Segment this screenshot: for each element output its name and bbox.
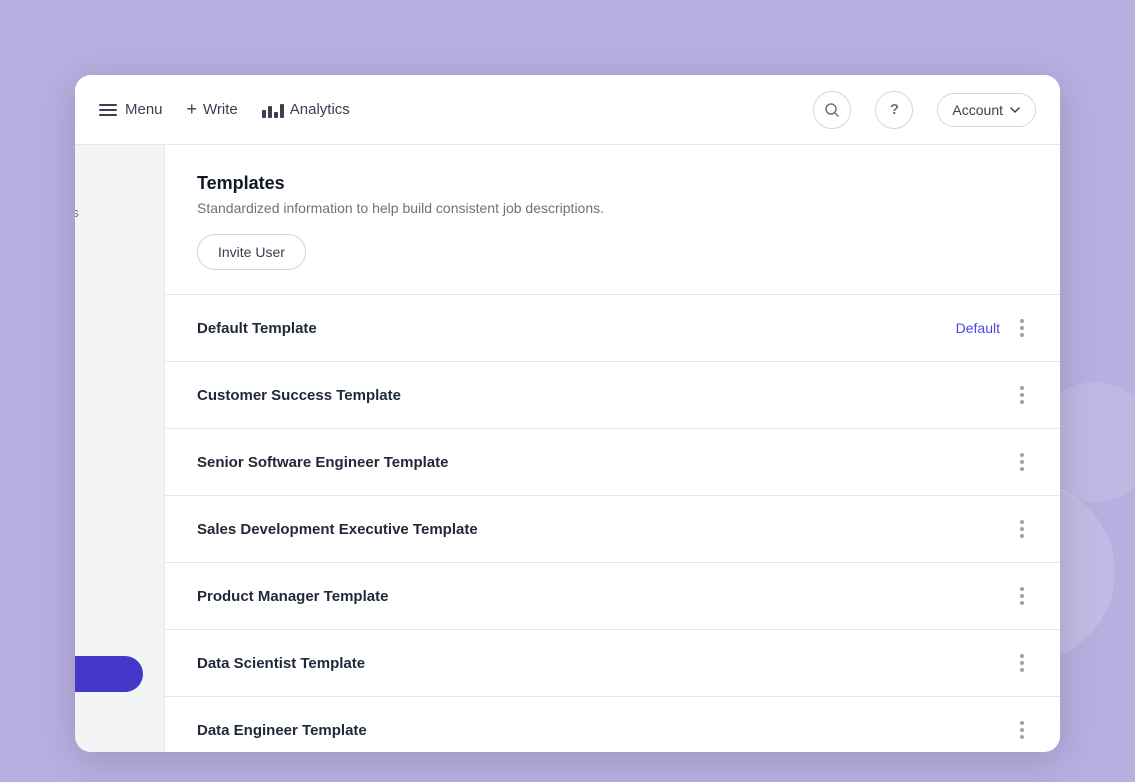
analytics-label: Analytics — [290, 101, 350, 118]
template-row[interactable]: Senior Software Engineer Template — [165, 429, 1060, 496]
invite-user-button[interactable]: Invite User — [197, 234, 306, 270]
account-label: Account — [952, 102, 1003, 118]
templates-header: Templates Standardized information to he… — [165, 145, 1060, 295]
templates-subtitle: Standardized information to help build c… — [197, 200, 1028, 216]
template-row-actions: Default — [956, 315, 1028, 341]
navbar: Menu + Write Analytics ? Ac — [75, 75, 1060, 145]
chevron-down-icon — [1009, 104, 1021, 116]
template-row-actions — [1016, 516, 1028, 542]
write-label: Write — [203, 101, 238, 118]
more-options-button[interactable] — [1016, 583, 1028, 609]
template-name: Senior Software Engineer Template — [197, 454, 448, 471]
help-icon: ? — [890, 101, 899, 118]
template-row[interactable]: Data Engineer Template — [165, 697, 1060, 752]
sidebar: es — [75, 145, 165, 752]
template-row-actions — [1016, 583, 1028, 609]
main-panel: Templates Standardized information to he… — [165, 145, 1060, 752]
template-name: Data Scientist Template — [197, 655, 365, 672]
menu-label: Menu — [125, 101, 163, 118]
sidebar-blue-button[interactable] — [75, 656, 143, 692]
more-options-button[interactable] — [1016, 717, 1028, 743]
template-row[interactable]: Data Scientist Template — [165, 630, 1060, 697]
search-icon — [824, 102, 840, 118]
more-options-button[interactable] — [1016, 449, 1028, 475]
analytics-button[interactable]: Analytics — [262, 101, 350, 118]
template-name: Sales Development Executive Template — [197, 521, 478, 538]
templates-title: Templates — [197, 173, 1028, 194]
hamburger-icon — [99, 104, 117, 116]
template-row[interactable]: Default Template Default — [165, 295, 1060, 362]
write-button[interactable]: + Write — [187, 99, 238, 120]
template-row[interactable]: Customer Success Template — [165, 362, 1060, 429]
more-options-button[interactable] — [1016, 315, 1028, 341]
template-row-actions — [1016, 650, 1028, 676]
account-button[interactable]: Account — [937, 93, 1036, 127]
template-name: Data Engineer Template — [197, 722, 367, 739]
search-button[interactable] — [813, 91, 851, 129]
more-options-button[interactable] — [1016, 516, 1028, 542]
template-row-actions — [1016, 449, 1028, 475]
template-row-actions — [1016, 717, 1028, 743]
template-name: Product Manager Template — [197, 588, 388, 605]
more-options-button[interactable] — [1016, 650, 1028, 676]
plus-icon: + — [187, 99, 198, 120]
template-row[interactable]: Sales Development Executive Template — [165, 496, 1060, 563]
menu-button[interactable]: Menu — [99, 101, 163, 118]
template-list: Default Template Default Customer Succes… — [165, 295, 1060, 752]
sidebar-item-label: es — [75, 205, 79, 220]
template-name: Default Template — [197, 320, 317, 337]
chart-icon — [262, 102, 284, 118]
more-options-button[interactable] — [1016, 382, 1028, 408]
template-row[interactable]: Product Manager Template — [165, 563, 1060, 630]
main-card: Menu + Write Analytics ? Ac — [75, 75, 1060, 752]
template-row-actions — [1016, 382, 1028, 408]
template-name: Customer Success Template — [197, 387, 401, 404]
help-button[interactable]: ? — [875, 91, 913, 129]
content-area: es Templates Standardized information to… — [75, 145, 1060, 752]
default-badge: Default — [956, 320, 1000, 336]
